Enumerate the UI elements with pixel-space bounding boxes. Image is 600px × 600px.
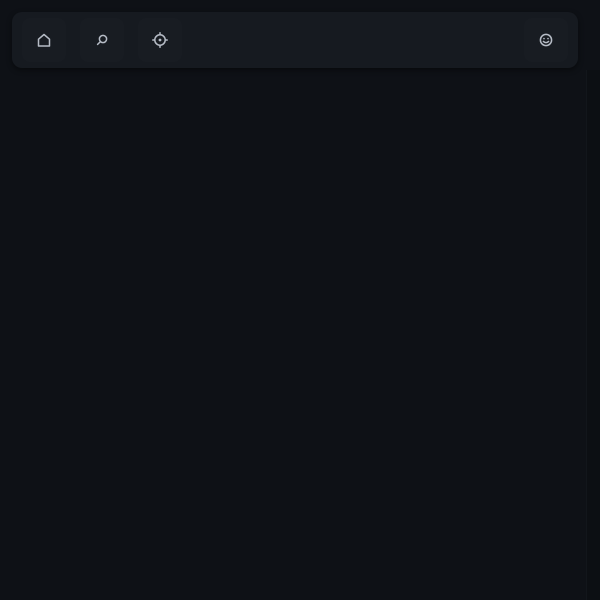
search-button[interactable] xyxy=(80,18,124,62)
home-icon xyxy=(37,33,51,47)
search-icon xyxy=(96,34,108,46)
home-button[interactable] xyxy=(22,18,66,62)
app-window xyxy=(0,0,600,600)
top-toolbar xyxy=(12,12,578,68)
profile-button[interactable] xyxy=(524,18,568,62)
gear-icon xyxy=(152,32,168,48)
smiley-icon xyxy=(539,33,553,47)
settings-button[interactable] xyxy=(138,18,182,62)
right-panel-edge xyxy=(586,70,600,600)
